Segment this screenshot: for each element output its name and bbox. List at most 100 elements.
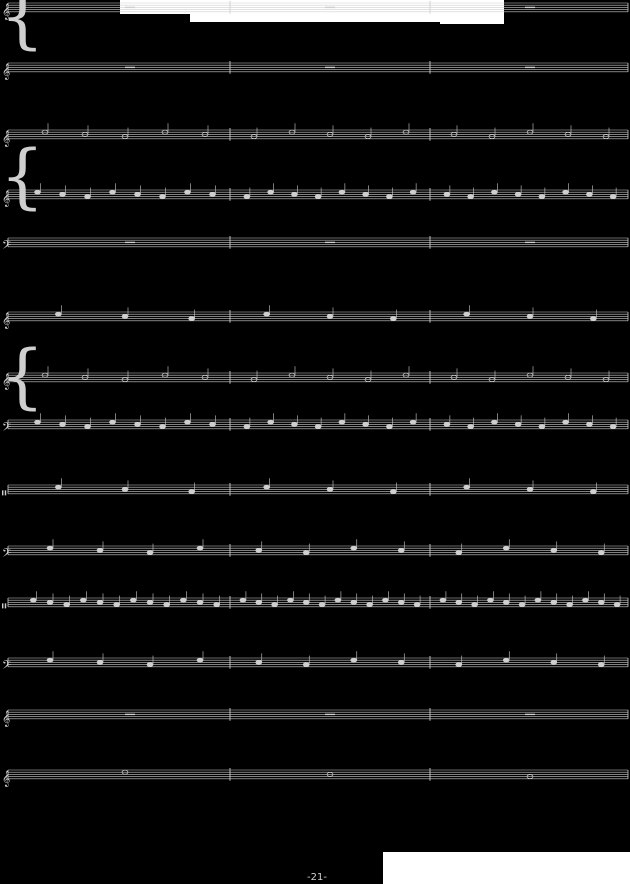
note-head — [471, 602, 478, 607]
note-head — [129, 597, 137, 603]
note-head — [455, 662, 463, 667]
note-head — [188, 316, 196, 321]
note-head — [467, 424, 474, 429]
note-head — [502, 657, 510, 663]
note-head — [196, 657, 204, 663]
bass-clef-icon: 𝄢 — [2, 659, 11, 675]
note-head — [467, 194, 474, 199]
note-head — [63, 602, 71, 607]
note-head — [597, 600, 605, 605]
note-head — [538, 194, 546, 199]
bass-clef-icon: 𝄢 — [2, 547, 11, 563]
note-head — [159, 424, 166, 429]
page-number: -21- — [307, 872, 327, 883]
percussion-clef-icon: 𝄥 — [2, 599, 7, 615]
note-head — [263, 484, 271, 490]
note-head — [389, 316, 397, 321]
note-head — [96, 600, 104, 605]
note-head — [613, 602, 621, 607]
note-head — [239, 597, 247, 603]
note-head — [463, 311, 471, 317]
note-head — [582, 597, 589, 603]
note-head — [209, 192, 216, 197]
note-head — [397, 600, 405, 605]
note-head — [562, 419, 569, 425]
note-head — [350, 545, 358, 551]
note-head — [314, 194, 322, 199]
note-head — [146, 662, 154, 667]
note-head — [79, 597, 87, 603]
note-head — [209, 422, 216, 427]
note-head — [302, 550, 310, 555]
note-head — [314, 424, 322, 429]
note-head — [54, 311, 62, 317]
note-head — [146, 600, 154, 605]
note-head — [597, 662, 605, 667]
note-head — [121, 314, 129, 319]
note-head — [267, 419, 274, 425]
note-head — [121, 487, 129, 492]
note-head — [562, 189, 569, 195]
note-head — [113, 602, 121, 607]
note-head — [566, 602, 573, 607]
note-head — [318, 602, 326, 607]
note-head — [526, 487, 534, 492]
note-head — [362, 422, 369, 427]
note-head — [255, 660, 263, 665]
note-head — [386, 194, 393, 199]
note-head — [243, 424, 251, 429]
note-head — [586, 192, 593, 197]
note-head — [550, 548, 558, 553]
note-head — [413, 602, 421, 607]
note-head — [597, 550, 605, 555]
note-head — [54, 484, 62, 490]
note-head — [502, 545, 510, 551]
bass-clef-icon: 𝄢 — [2, 421, 11, 437]
note-head — [609, 424, 617, 429]
note-head — [46, 600, 54, 605]
note-head — [439, 597, 447, 603]
note-head — [350, 657, 358, 663]
note-head — [291, 192, 298, 197]
note-head — [397, 548, 405, 553]
note-head — [287, 597, 294, 603]
note-head — [109, 419, 116, 425]
note-head — [491, 419, 498, 425]
brace-icon: { — [0, 135, 45, 217]
note-head — [338, 419, 346, 425]
note-head — [84, 424, 91, 429]
note-head — [34, 419, 41, 425]
note-head — [59, 192, 66, 197]
percussion-clef-icon: 𝄥 — [2, 486, 7, 502]
note-head — [267, 189, 274, 195]
note-head — [196, 600, 204, 605]
note-head — [184, 189, 191, 195]
note-head — [163, 602, 171, 607]
note-head — [243, 194, 251, 199]
note-head — [382, 597, 389, 603]
note-head — [463, 484, 471, 490]
note-head — [255, 548, 263, 553]
note-head — [334, 597, 342, 603]
note-head — [146, 550, 154, 555]
note-head — [443, 192, 451, 197]
note-head — [538, 424, 546, 429]
note-head — [302, 662, 310, 667]
note-head — [526, 314, 534, 319]
note-head — [96, 660, 104, 665]
note-head — [179, 597, 187, 603]
note-head — [386, 424, 393, 429]
note-head — [366, 602, 373, 607]
note-head — [518, 602, 526, 607]
note-head — [271, 602, 278, 607]
bass-clef-icon: 𝄢 — [2, 239, 11, 255]
note-head — [302, 600, 310, 605]
note-head — [263, 311, 271, 317]
note-head — [134, 422, 141, 427]
note-head — [586, 422, 593, 427]
note-head — [59, 422, 66, 427]
note-head — [29, 597, 37, 603]
note-head — [159, 194, 166, 199]
note-head — [326, 314, 334, 319]
music-score: 𝄞𝄞𝄞𝄞𝄢𝄞𝄞𝄢𝄥𝄢𝄥𝄢𝄞𝄞{{{ — [0, 0, 629, 787]
